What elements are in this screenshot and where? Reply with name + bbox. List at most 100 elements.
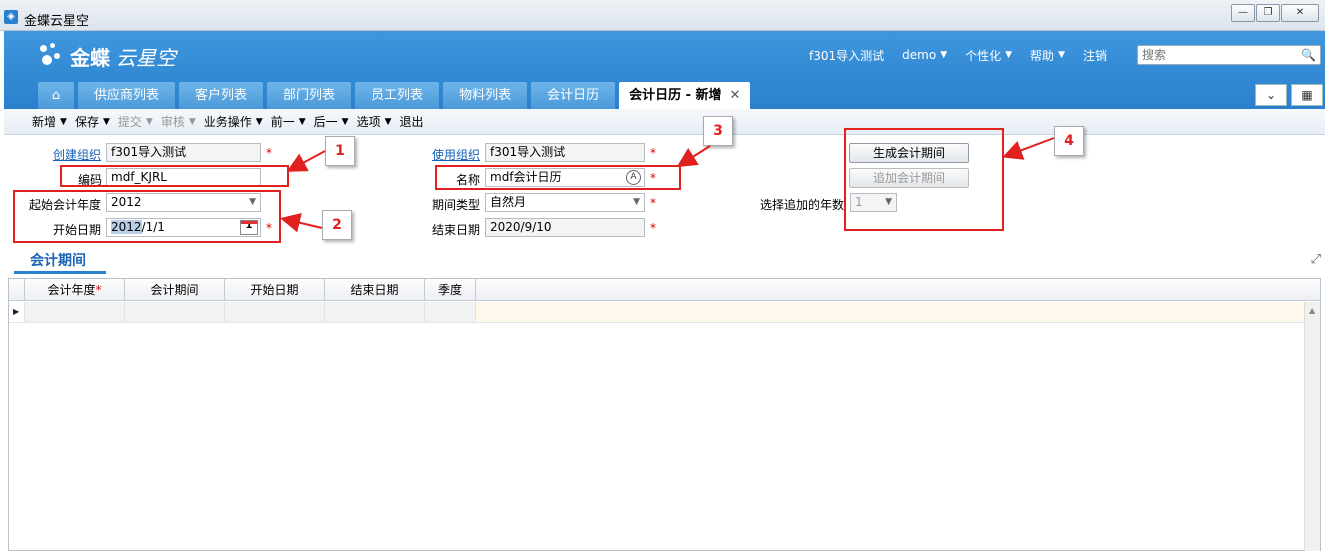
column-header[interactable]: 结束日期 — [325, 279, 425, 301]
callout-3: 3 — [703, 116, 733, 146]
use-org-field: f301导入测试 — [485, 143, 645, 162]
required-mark: * — [650, 221, 656, 235]
chevron-down-icon[interactable]: ▼ — [342, 117, 349, 127]
chevron-down-icon[interactable]: ▼ — [189, 117, 196, 127]
end-date-label: 结束日期 — [432, 223, 481, 237]
period-type-value: 自然月 — [490, 195, 527, 209]
window-title: 金蝶云星空 — [24, 14, 90, 29]
chevron-down-icon[interactable]: ▼ — [385, 117, 392, 127]
tab-material-list[interactable]: 物料列表 — [443, 82, 528, 109]
chevron-down-icon: ▼ — [1005, 50, 1013, 60]
prev-button[interactable]: 前一 ▼ — [271, 113, 306, 130]
cell-start-date[interactable] — [225, 302, 325, 322]
search-box[interactable]: 🔍 — [1137, 45, 1321, 65]
cell-period[interactable] — [125, 302, 225, 322]
submit-button[interactable]: 提交 ▼ — [118, 113, 153, 130]
window-titlebar: ◈ 金蝶云星空 — ❐ ✕ — [0, 0, 1325, 31]
search-icon[interactable]: 🔍 — [1301, 48, 1316, 62]
close-tab-icon[interactable]: ✕ — [730, 88, 741, 103]
required-mark: * — [650, 196, 656, 210]
cell-end-date[interactable] — [325, 302, 425, 322]
user-menu[interactable]: demo ▼ — [902, 48, 947, 62]
options-button[interactable]: 选项 ▼ — [357, 113, 392, 130]
chevron-down-icon[interactable]: ▼ — [103, 117, 110, 127]
annotation-box-1 — [60, 165, 289, 187]
tab-list-icon[interactable]: ⌄ — [1255, 84, 1287, 106]
chevron-down-icon[interactable]: ▼ — [299, 117, 306, 127]
logout-link[interactable]: 注销 — [1083, 47, 1107, 64]
periods-grid: 会计年度* 会计期间 开始日期 结束日期 季度 ▶ ▲ — [8, 278, 1321, 551]
tab-home[interactable]: ⌂ — [38, 82, 74, 109]
period-type-label: 期间类型 — [432, 198, 481, 212]
tab-controls: ⌄ ▦ — [1251, 84, 1323, 106]
brand-name: 金蝶 — [70, 45, 110, 70]
create-org-label[interactable]: 创建组织 — [53, 146, 101, 163]
required-mark: * — [266, 146, 272, 160]
help-menu[interactable]: 帮助 ▼ — [1030, 47, 1065, 64]
row-pointer-icon: ▶ — [13, 307, 20, 316]
row-filler — [476, 302, 1304, 322]
restore-button[interactable]: ❐ — [1256, 4, 1280, 22]
callout-1: 1 — [325, 136, 355, 166]
annotation-box-3 — [435, 165, 681, 190]
create-org-field: f301导入测试 — [106, 143, 261, 162]
annotation-box-4 — [844, 128, 1004, 231]
business-ops-button[interactable]: 业务操作 ▼ — [204, 113, 263, 130]
minimize-button[interactable]: — — [1231, 4, 1255, 22]
required-mark: * — [650, 146, 656, 160]
tab-bar: ⌂ 供应商列表 客户列表 部门列表 员工列表 物料列表 会计日历 会计日历 - … — [38, 82, 754, 109]
tab-accounting-periods[interactable]: 会计期间 — [14, 250, 106, 274]
vertical-scrollbar[interactable]: ▲ — [1304, 302, 1320, 551]
end-date-field: 2020/9/10 — [485, 218, 645, 237]
table-row[interactable]: ▶ — [9, 302, 1320, 323]
period-type-combo[interactable]: 自然月 ▼ — [485, 193, 645, 212]
tab-label: 会计日历 - 新增 — [629, 88, 722, 103]
chevron-down-icon[interactable]: ▼ — [633, 194, 640, 211]
grid-menu-icon[interactable]: ▦ — [1291, 84, 1323, 106]
column-header[interactable]: 会计期间 — [125, 279, 225, 301]
personalize-menu[interactable]: 个性化 ▼ — [965, 47, 1012, 64]
chevron-down-icon[interactable]: ▼ — [146, 117, 153, 127]
audit-button[interactable]: 审核 ▼ — [161, 113, 196, 130]
tab-accounting-calendar-new[interactable]: 会计日历 - 新增 ✕ — [619, 82, 751, 109]
toolbar: 新增 ▼ 保存 ▼ 提交 ▼ 审核 ▼ 业务操作 ▼ 前一 ▼ 后一 ▼ 选项 ▼ 退出 — [4, 109, 1325, 135]
tab-employee-list[interactable]: 员工列表 — [355, 82, 440, 109]
cell-year[interactable] — [25, 302, 125, 322]
column-header[interactable]: 开始日期 — [225, 279, 325, 301]
exit-button[interactable]: 退出 — [400, 113, 424, 130]
tab-accounting-calendar[interactable]: 会计日历 — [531, 82, 616, 109]
home-icon: ⌂ — [51, 88, 61, 103]
cell-quarter[interactable] — [425, 302, 476, 322]
tab-supplier-list[interactable]: 供应商列表 — [78, 82, 176, 109]
append-years-label: 选择追加的年数 — [760, 198, 845, 212]
use-org-label[interactable]: 使用组织 — [432, 146, 480, 163]
logo-icon — [38, 43, 64, 69]
scroll-up-icon[interactable]: ▲ — [1309, 306, 1315, 315]
column-header[interactable]: 季度 — [425, 279, 476, 301]
tab-customer-list[interactable]: 客户列表 — [179, 82, 264, 109]
expand-icon[interactable]: ⤢ — [1311, 252, 1321, 267]
save-button[interactable]: 保存 ▼ — [75, 113, 110, 130]
grid-header: 会计年度* 会计期间 开始日期 结束日期 季度 — [9, 279, 1320, 301]
next-button[interactable]: 后一 ▼ — [314, 113, 349, 130]
app-header: 金蝶 云星空 f301导入测试 demo▼ 个性化▼ 帮助▼ 注销 🔍 ⌂ 供应… — [4, 31, 1325, 109]
row-header-col — [9, 279, 25, 301]
search-input[interactable] — [1142, 48, 1302, 62]
chevron-down-icon[interactable]: ▼ — [60, 117, 67, 127]
tab-department-list[interactable]: 部门列表 — [267, 82, 352, 109]
app-icon: ◈ — [4, 10, 18, 24]
callout-4: 4 — [1054, 126, 1084, 156]
chevron-down-icon: ▼ — [940, 50, 948, 60]
close-button[interactable]: ✕ — [1281, 4, 1319, 22]
annotation-box-2 — [13, 190, 281, 243]
top-nav: f301导入测试 demo▼ 个性化▼ 帮助▼ 注销 🔍 — [809, 45, 1325, 65]
org-switch[interactable]: f301导入测试 — [809, 47, 884, 64]
logo: 金蝶 云星空 — [38, 41, 176, 71]
chevron-down-icon: ▼ — [1058, 50, 1065, 60]
column-header[interactable]: 会计年度* — [25, 279, 125, 301]
callout-2: 2 — [322, 210, 352, 240]
row-indicator: ▶ — [9, 302, 25, 322]
new-button[interactable]: 新增 ▼ — [32, 113, 67, 130]
brand-subname: 云星空 — [116, 45, 176, 70]
chevron-down-icon[interactable]: ▼ — [256, 117, 263, 127]
